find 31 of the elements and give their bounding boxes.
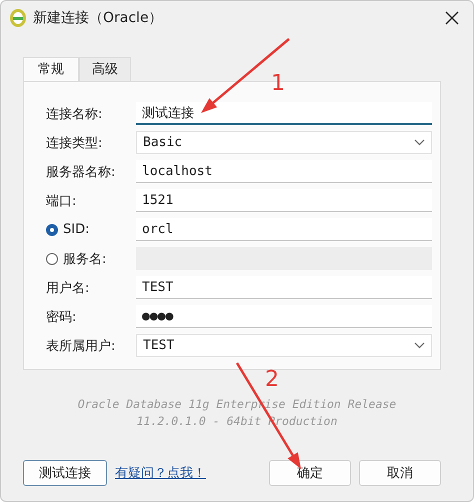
field-label: 端口: [46,192,76,210]
field-label: SID: [63,222,90,237]
window-title: 新建连接（Oracle） [33,9,163,27]
input-field[interactable]: orcl [136,218,432,241]
input-field[interactable]: 1521 [136,189,432,212]
field-label: 用户名: [46,280,90,296]
dropdown[interactable]: Basic [136,131,432,154]
chevron-down-icon [414,139,425,146]
close-icon[interactable] [445,11,459,25]
help-link[interactable]: 有疑问？点我！ [115,464,206,482]
field-label: 连接名称: [46,106,102,122]
chevron-down-icon [414,342,425,349]
app-logo-icon [9,8,27,28]
annotation-number: 2 [265,369,279,391]
input-field[interactable]: ●●●● [136,305,432,328]
field-label: 服务名: [63,250,106,268]
input-field[interactable]: 测试连接 [136,102,432,125]
input-field[interactable]: TEST [136,276,432,299]
field-label: 密码: [46,308,76,326]
dialog-button[interactable]: 取消 [359,460,441,486]
dropdown[interactable]: TEST [136,334,432,357]
test-connection-button[interactable]: 测试连接 [23,460,107,486]
tab[interactable]: 常规 [23,57,79,81]
tab[interactable]: 高级 [79,57,131,81]
field-label: 表所属用户: [46,338,116,354]
field-label: 服务器名称: [46,164,116,180]
dialog-button[interactable]: 确定 [269,460,351,486]
radio-button[interactable] [46,224,58,236]
annotation-number: 1 [271,73,285,95]
field-label: 连接类型: [46,134,102,152]
input-field[interactable]: localhost [136,160,432,183]
